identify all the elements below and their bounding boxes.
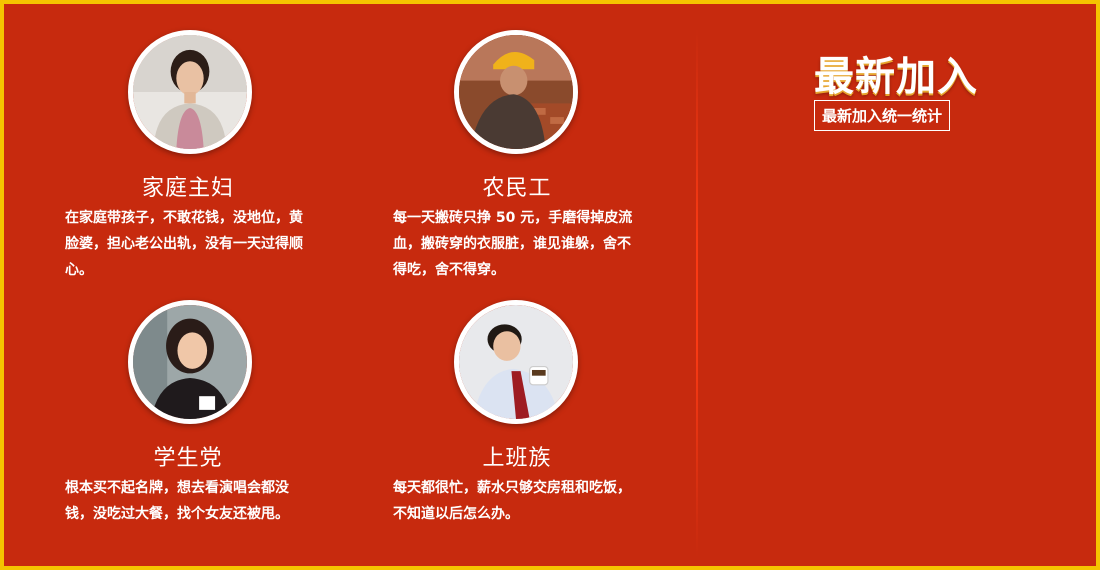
card-title-housewife: 家庭主妇 <box>141 176 234 201</box>
card-title-student: 学生党 <box>153 446 223 471</box>
housewife-avatar <box>128 30 252 154</box>
card-desc-office-worker: 每天都很忙，薪水只够交房租和吃饭，不知道以后怎么办。 <box>393 480 631 522</box>
card-title-office-worker: 上班族 <box>482 446 552 471</box>
card-title-worker: 农民工 <box>482 176 552 201</box>
card-desc-housewife: 在家庭带孩子，不敢花钱，没地位，黄脸婆，担心老公出轨，没有一天过得顺心。 <box>65 210 303 278</box>
worker-avatar <box>454 30 578 154</box>
main-panel: 家庭主妇 在家庭带孩子，不敢花钱，没地位，黄脸婆，担心老公出轨，没有一天过得顺心… <box>0 0 1100 570</box>
student-avatar <box>128 300 252 424</box>
latest-join-badge: 最新加入统一统计 <box>814 100 951 131</box>
card-desc-worker: 每一天搬砖只挣 50 元，手磨得掉皮流血，搬砖穿的衣服脏，谁见谁躲，舍不得吃，舍… <box>393 210 633 278</box>
card-desc-student: 根本买不起名牌，想去看演唱会都没钱，没吃过大餐，找个女友还被甩。 <box>65 480 289 522</box>
latest-join-title: 最新加入 <box>814 54 978 100</box>
vertical-divider <box>696 28 698 558</box>
office-worker-avatar <box>454 300 578 424</box>
